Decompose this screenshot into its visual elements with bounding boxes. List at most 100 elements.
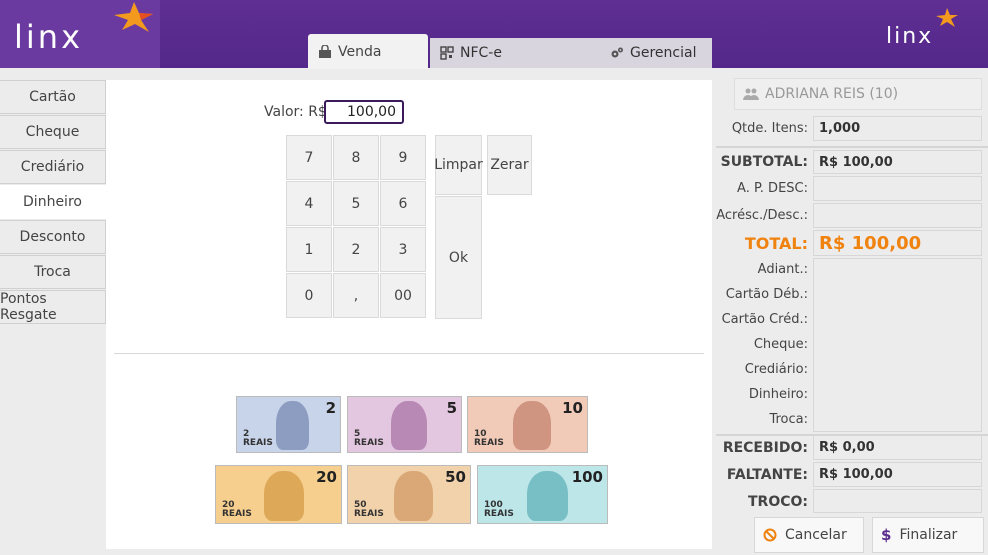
key-1[interactable]: 1 <box>286 227 332 272</box>
banknote-10[interactable]: 10 10 REAIS <box>467 396 588 453</box>
banknote-20[interactable]: 20 20 REAIS <box>215 465 342 524</box>
menu-item-desconto[interactable]: Desconto <box>0 220 106 254</box>
banknote-label: 5 REAIS <box>354 429 384 448</box>
banknote-label: 10 REAIS <box>474 429 504 448</box>
key-double-zero[interactable]: 00 <box>380 273 426 318</box>
banknote-portrait <box>394 470 434 521</box>
faltante-label: FALTANTE: <box>726 467 808 483</box>
payment-methods-menu: Cartão Cheque Crediário Dinheiro Descont… <box>0 80 106 325</box>
recebido-value: R$ 0,00 <box>813 435 982 460</box>
troco-value <box>813 489 982 513</box>
crediario-label: Crediário: <box>744 362 808 377</box>
banknote-portrait <box>263 470 304 521</box>
ban-icon <box>763 528 777 542</box>
subtotal-label: SUBTOTAL: <box>720 154 808 170</box>
customer-button[interactable]: ADRIANA REIS (10) <box>734 78 982 110</box>
cancel-label: Cancelar <box>785 527 847 543</box>
total-label: TOTAL: <box>744 234 808 253</box>
menu-item-troca[interactable]: Troca <box>0 255 106 289</box>
banknote-value: 20 <box>316 468 337 486</box>
banknote-label: 20 REAIS <box>222 500 252 519</box>
payment-panel: Valor: R$ 100,00 7 8 9 4 5 6 1 2 3 0 , 0… <box>106 80 712 549</box>
key-2[interactable]: 2 <box>333 227 379 272</box>
tab-label: NFC-e <box>460 45 502 61</box>
qtde-label: Qtde. Itens: <box>731 121 808 136</box>
logo-star-icon <box>114 2 153 32</box>
cancel-button[interactable]: Cancelar <box>754 517 864 553</box>
banknote-value: 50 <box>445 468 466 486</box>
menu-item-cheque[interactable]: Cheque <box>0 115 106 149</box>
menu-item-crediario[interactable]: Crediário <box>0 150 106 184</box>
key-8[interactable]: 8 <box>333 135 379 180</box>
banknote-label: 2 REAIS <box>243 429 273 448</box>
banknote-50[interactable]: 50 50 REAIS <box>347 465 471 524</box>
finish-label: Finalizar <box>899 527 958 543</box>
menu-item-pontos-resgate[interactable]: Pontos Resgate <box>0 290 106 324</box>
logo-left: linx <box>0 0 160 68</box>
key-5[interactable]: 5 <box>333 181 379 226</box>
ok-button[interactable]: Ok <box>435 196 482 319</box>
troca-label: Troca: <box>769 412 808 427</box>
sale-summary-panel: ADRIANA REIS (10) Qtde. Itens: 1,000 SUB… <box>716 70 988 555</box>
banknote-value: 100 <box>571 468 603 486</box>
recebido-label: RECEBIDO: <box>722 440 808 456</box>
key-4[interactable]: 4 <box>286 181 332 226</box>
valor-input[interactable]: 100,00 <box>324 100 404 124</box>
menu-item-cartao[interactable]: Cartão <box>0 80 106 114</box>
key-9[interactable]: 9 <box>380 135 426 180</box>
tab-venda[interactable]: Venda <box>308 34 428 69</box>
logo-star-icon <box>936 8 958 27</box>
total-value-box: R$ 100,00 <box>813 230 982 256</box>
key-6[interactable]: 6 <box>380 181 426 226</box>
banknote-portrait <box>527 470 569 521</box>
subtotal-value: R$ 100,00 <box>813 150 982 174</box>
finish-button[interactable]: $ Finalizar <box>872 517 984 553</box>
banknote-value: 2 <box>325 399 336 417</box>
banknote-label: 50 REAIS <box>354 500 384 519</box>
key-comma[interactable]: , <box>333 273 379 318</box>
cartao-cred-label: Cartão Créd.: <box>721 312 808 327</box>
banknote-portrait <box>513 401 552 450</box>
tab-label: Gerencial <box>630 45 697 61</box>
banknote-portrait <box>390 401 428 450</box>
qtde-value: 1,000 <box>813 116 982 141</box>
cartao-deb-label: Cartão Déb.: <box>725 287 808 302</box>
banknote-5[interactable]: 5 5 REAIS <box>347 396 462 453</box>
key-7[interactable]: 7 <box>286 135 332 180</box>
key-0[interactable]: 0 <box>286 273 332 318</box>
acresc-desc-value <box>813 203 982 228</box>
dollar-icon: $ <box>881 526 892 544</box>
separator <box>716 146 988 148</box>
cheque-label: Cheque: <box>753 337 808 352</box>
limpar-button[interactable]: Limpar <box>434 135 483 195</box>
total-value: R$ 100,00 <box>819 232 922 254</box>
divider <box>114 353 704 354</box>
logo-right-wordmark: linx <box>886 24 934 49</box>
apdesc-value <box>813 176 982 201</box>
troco-label: TROCO: <box>747 494 808 510</box>
tab-gerencial[interactable]: Gerencial <box>600 38 696 68</box>
qr-code-icon <box>440 46 454 60</box>
banknote-value: 5 <box>446 399 457 417</box>
dinheiro-label: Dinheiro: <box>748 387 808 402</box>
key-3[interactable]: 3 <box>380 227 426 272</box>
app-header: linx linx Venda NFC-e Gerencial <box>0 0 988 69</box>
menu-item-dinheiro[interactable]: Dinheiro <box>0 185 106 219</box>
valor-label: Valor: R$ <box>264 104 327 120</box>
banknote-100[interactable]: 100 100 REAIS <box>477 465 608 524</box>
gears-icon <box>611 47 623 58</box>
banknote-portrait <box>276 401 310 450</box>
customer-name: ADRIANA REIS (10) <box>765 86 899 102</box>
users-icon <box>743 88 759 100</box>
apdesc-label: A. P. DESC: <box>737 181 808 196</box>
acresc-desc-label: Acrésc./Desc.: <box>716 208 808 223</box>
banknote-2[interactable]: 2 2 REAIS <box>236 396 341 453</box>
banknote-value: 10 <box>562 399 583 417</box>
zerar-button[interactable]: Zerar <box>487 135 532 195</box>
payments-breakdown-box <box>813 258 982 432</box>
faltante-value: R$ 100,00 <box>813 462 982 487</box>
adiant-label: Adiant.: <box>757 262 808 277</box>
shopping-bag-icon <box>319 44 331 58</box>
logo-left-wordmark: linx <box>14 18 83 56</box>
tab-label: Venda <box>338 43 382 60</box>
